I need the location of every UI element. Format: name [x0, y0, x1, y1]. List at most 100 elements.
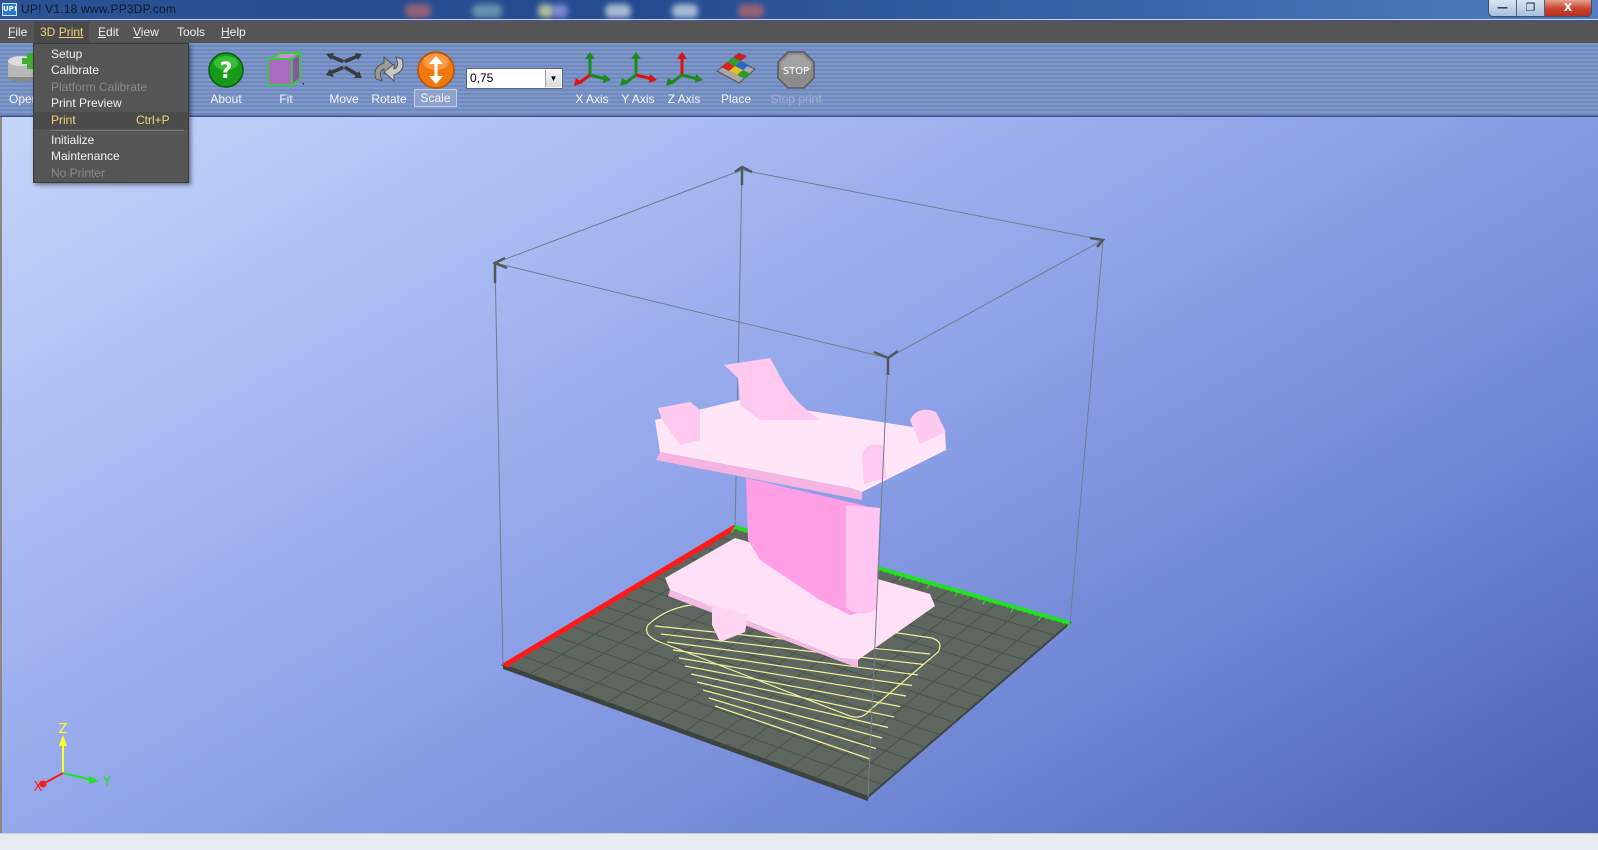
menu-item-platform-calibrate: Platform Calibrate	[34, 79, 188, 95]
minimize-button[interactable]: —	[1489, 0, 1517, 16]
menu-tools[interactable]: Tools	[171, 21, 211, 43]
build-volume-corner-markers	[491, 165, 1106, 375]
menu-tools-label: Tools	[177, 25, 206, 39]
x-axis-label: X Axis	[575, 92, 609, 106]
z-axis-label: Z Axis	[667, 92, 701, 106]
help-question-icon: ?	[208, 52, 244, 88]
menu-help[interactable]: Help	[215, 21, 252, 43]
x-ruler-tick	[578, 619, 583, 622]
x-ruler-tick	[554, 633, 559, 636]
menu-item-label: No Printer	[51, 166, 106, 180]
about-button[interactable]: ? About	[200, 43, 252, 116]
menu-item-label: Maintenance	[51, 149, 120, 163]
menu-item-label: Print	[51, 113, 76, 127]
fit-cube-icon	[267, 51, 304, 87]
x-ruler-tick	[717, 536, 722, 540]
fit-button[interactable]: Fit	[260, 43, 312, 116]
x-ruler-tick	[595, 609, 600, 612]
x-ruler-tick	[607, 602, 612, 605]
about-label: About	[210, 92, 242, 106]
window-title: UP! V1.18 www.PP3DP.com	[21, 2, 177, 16]
x-ruler-tick	[694, 550, 699, 553]
z-axis-button[interactable]: Z Axis	[664, 43, 704, 116]
menu-item-label: Calibrate	[51, 63, 100, 77]
x-ruler-tick	[682, 557, 687, 560]
menu-item-label: Platform Calibrate	[51, 80, 148, 94]
toolbar: Open ? About Fit Move Rotate Scale X Axi…	[0, 43, 1598, 116]
status-strip	[0, 833, 1598, 850]
menu-view-label: iew	[140, 25, 159, 39]
fit-label: Fit	[279, 92, 293, 106]
x-ruler-tick	[572, 622, 577, 626]
menu-item-shortcut: Ctrl+P	[136, 113, 170, 127]
menu-help-mnemonic: H	[221, 25, 230, 39]
gizmo-y-label: Y	[102, 775, 111, 790]
x-ruler-tick	[508, 660, 513, 664]
menu-3d-print-prefix: 3D	[40, 25, 59, 39]
x-ruler-tick	[665, 567, 670, 571]
gizmo-z-label: Z	[59, 722, 68, 737]
menu-file[interactable]: File	[2, 21, 33, 43]
menu-separator	[50, 130, 184, 131]
x-ruler-tick	[670, 564, 675, 567]
menu-item-print-preview[interactable]: Print Preview	[34, 95, 188, 111]
menu-item-no-printer: No Printer	[34, 165, 188, 181]
rotate-button[interactable]: Rotate	[366, 43, 412, 116]
x-ruler-tick	[514, 657, 519, 660]
scale-factor-dropdown-button[interactable]: ▼	[545, 70, 561, 87]
menu-3d-print[interactable]: 3D Print	[34, 21, 90, 43]
x-ruler-tick	[653, 574, 658, 578]
restore-button[interactable]: ❐	[1517, 0, 1545, 16]
menu-3d-print-label: Print	[58, 25, 84, 39]
x-ruler-tick	[543, 640, 548, 643]
3d-print-menu: Setup Calibrate Platform Calibrate Print…	[33, 43, 189, 183]
x-ruler-tick	[711, 540, 716, 543]
x-ruler-tick	[723, 533, 728, 536]
3d-scene: Z Y X	[34, 165, 1106, 801]
move-button[interactable]: Move	[322, 43, 366, 116]
x-ruler-tick	[537, 643, 542, 647]
menu-view-mnemonic: V	[133, 25, 141, 39]
scale-button[interactable]: Scale	[414, 43, 457, 116]
x-ruler-tick	[630, 588, 635, 591]
menu-item-calibrate[interactable]: Calibrate	[34, 62, 188, 78]
title-bar: UP! UP! V1.18 www.PP3DP.com — ❐ X	[0, 0, 1598, 20]
stop-print-button[interactable]: STOP Stop print	[766, 43, 826, 116]
stop-sign-icon: STOP	[777, 51, 815, 89]
x-axis-icon	[574, 52, 611, 86]
menu-edit[interactable]: Edit	[92, 21, 125, 43]
place-button[interactable]: Place	[714, 43, 758, 116]
y-axis-icon	[620, 52, 657, 86]
window-controls: — ❐ X	[1488, 0, 1592, 17]
y-axis-label: Y Axis	[621, 92, 655, 106]
x-ruler-tick	[624, 591, 629, 595]
rotate-label: Rotate	[371, 92, 407, 106]
rotate-icon	[374, 55, 404, 83]
menu-item-initialize[interactable]: Initialize	[34, 132, 188, 148]
svg-text:?: ?	[220, 59, 233, 84]
3d-viewport[interactable]: Z Y X	[0, 117, 1598, 833]
y-axis-button[interactable]: Y Axis	[618, 43, 658, 116]
svg-text:STOP: STOP	[783, 66, 809, 77]
x-ruler-tick	[525, 650, 530, 653]
x-ruler-tick	[612, 598, 617, 602]
menu-view[interactable]: View	[127, 21, 165, 43]
x-ruler-tick	[688, 553, 693, 557]
menu-edit-label: dit	[106, 25, 119, 39]
menu-item-setup[interactable]: Setup	[34, 46, 188, 62]
menu-item-maintenance[interactable]: Maintenance	[34, 148, 188, 164]
x-ruler-tick	[601, 605, 606, 609]
scale-label: Scale	[414, 89, 457, 107]
menu-item-print[interactable]: Print Ctrl+P	[34, 112, 188, 129]
close-button[interactable]: X	[1545, 0, 1591, 16]
x-ruler-tick	[549, 636, 554, 640]
gizmo-x-label: X	[34, 780, 43, 795]
chevron-down-icon: ▼	[549, 74, 558, 83]
menu-help-label: elp	[229, 25, 246, 39]
app-icon: UP!	[2, 3, 17, 16]
x-axis-button[interactable]: X Axis	[572, 43, 612, 116]
menu-bar: File 3D Print Edit View Tools Help	[0, 21, 1598, 43]
scale-factor-input[interactable]: 0,75 ▼	[466, 68, 563, 89]
x-ruler-tick	[641, 581, 646, 584]
z-axis-icon	[666, 52, 703, 86]
